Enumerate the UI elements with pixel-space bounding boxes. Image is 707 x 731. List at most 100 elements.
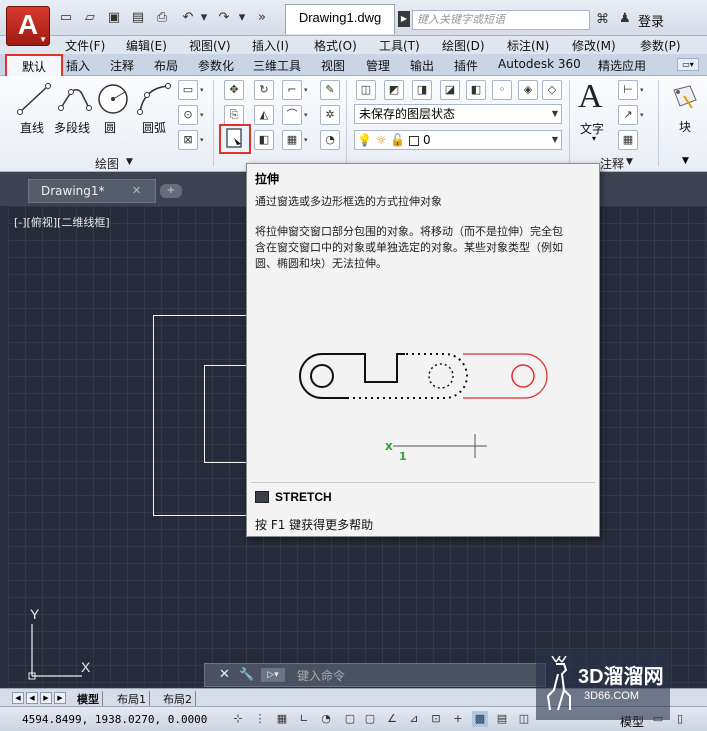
- menu-edit[interactable]: 编辑(E): [126, 37, 167, 54]
- tab-annotate[interactable]: 注释: [110, 57, 134, 74]
- explode-tool-icon[interactable]: ✲: [320, 105, 340, 125]
- line-tool-label[interactable]: 直线: [20, 119, 44, 136]
- tab-output[interactable]: 输出: [410, 57, 434, 74]
- fillet-dropdown-icon[interactable]: ▾: [304, 105, 312, 125]
- erase-tool-icon[interactable]: ✎: [320, 80, 340, 100]
- layer-isolate-icon[interactable]: ◨: [412, 80, 432, 100]
- search-input[interactable]: 键入关键字或短语: [412, 10, 590, 30]
- tab-3d-tools[interactable]: 三维工具: [253, 57, 301, 74]
- arc-tool-label[interactable]: 圆弧: [142, 119, 166, 136]
- block-insert-icon[interactable]: [668, 82, 700, 114]
- layout-tab-layout2[interactable]: 布局2: [160, 691, 196, 707]
- layer-freeze-icon[interactable]: ◪: [440, 80, 460, 100]
- annotation-panel-dropdown-icon[interactable]: ▼: [626, 157, 633, 167]
- tab-insert[interactable]: 插入: [66, 57, 90, 74]
- block-dropdown-icon[interactable]: ▼: [682, 156, 689, 166]
- polyline-tool-icon[interactable]: [57, 82, 93, 116]
- table-tool-icon[interactable]: ▦: [618, 130, 638, 150]
- block-label[interactable]: 块: [679, 118, 691, 135]
- dynamic-ucs-icon[interactable]: ⊿: [406, 711, 422, 727]
- layer-state-dropdown[interactable]: 未保存的图层状态 ▼: [354, 104, 562, 124]
- region-dropdown-icon[interactable]: ▾: [200, 130, 208, 150]
- dynamic-input-icon[interactable]: ⊡: [428, 711, 444, 727]
- layer-off-icon[interactable]: ◧: [466, 80, 486, 100]
- first-layout-icon[interactable]: ◀: [12, 692, 24, 704]
- application-menu-button[interactable]: A ▼: [6, 6, 50, 46]
- array-tool-icon[interactable]: ▦: [282, 130, 302, 150]
- undo-dropdown-icon[interactable]: ▾: [196, 10, 212, 26]
- arc-tool-icon[interactable]: [136, 82, 172, 116]
- menu-parametric[interactable]: 参数(P): [640, 37, 681, 54]
- layer-walk-icon[interactable]: ◈: [518, 80, 538, 100]
- more-commands-icon[interactable]: »: [254, 10, 270, 26]
- ortho-mode-icon[interactable]: ∟: [296, 711, 312, 727]
- layer-properties-icon[interactable]: ◫: [356, 80, 376, 100]
- binoculars-icon[interactable]: ⌘: [596, 12, 609, 27]
- grid-display-icon[interactable]: ▦: [274, 711, 290, 727]
- coordinates-readout[interactable]: 4594.8499, 1938.0270, 0.0000: [22, 713, 207, 726]
- menu-tools[interactable]: 工具(T): [379, 37, 420, 54]
- line-tool-icon[interactable]: [16, 82, 52, 116]
- new-tab-button[interactable]: +: [160, 184, 182, 198]
- open-folder-icon[interactable]: ▱: [82, 10, 98, 26]
- tab-manage[interactable]: 管理: [366, 57, 390, 74]
- annotation-panel-title[interactable]: 注释: [600, 155, 624, 172]
- trim-dropdown-icon[interactable]: ▾: [304, 80, 312, 100]
- menu-insert[interactable]: 插入(I): [252, 37, 289, 54]
- layer-lock-icon[interactable]: ◇: [542, 80, 562, 100]
- save-icon[interactable]: ▣: [106, 10, 122, 26]
- circle-tool-label[interactable]: 圆: [104, 119, 116, 136]
- hatch-dropdown-icon[interactable]: ▾: [200, 105, 208, 125]
- prev-layout-icon[interactable]: ◀: [26, 692, 38, 704]
- transparency-icon[interactable]: ▩: [472, 711, 488, 727]
- menu-format[interactable]: 格式(O): [314, 37, 357, 54]
- command-history-icon[interactable]: ▷▾: [261, 668, 285, 682]
- tab-plugins[interactable]: 插件: [454, 57, 478, 74]
- redo-icon[interactable]: ↷: [216, 10, 232, 26]
- undo-icon[interactable]: ↶: [180, 10, 196, 26]
- text-dropdown-icon[interactable]: ▾: [592, 134, 596, 143]
- rectangle-tool-icon[interactable]: ▭: [178, 80, 198, 100]
- close-icon[interactable]: ✕: [132, 184, 141, 197]
- layer-state-icon[interactable]: ◩: [384, 80, 404, 100]
- tab-featured-apps[interactable]: 精选应用: [598, 57, 646, 74]
- save-as-icon[interactable]: ▤: [130, 10, 146, 26]
- scale-tool-icon[interactable]: ◧: [254, 130, 274, 150]
- layer-match-icon[interactable]: ◦: [492, 80, 512, 100]
- hatch-tool-icon[interactable]: ⊙: [178, 105, 198, 125]
- print-icon[interactable]: ⎙: [154, 10, 170, 26]
- text-tool-icon[interactable]: A: [578, 78, 603, 116]
- offset-tool-icon[interactable]: ◔: [320, 130, 340, 150]
- menu-draw[interactable]: 绘图(D): [442, 37, 485, 54]
- move-tool-icon[interactable]: ✥: [224, 80, 244, 100]
- polyline-tool-label[interactable]: 多段线: [54, 119, 90, 136]
- circle-tool-icon[interactable]: [95, 82, 131, 116]
- redo-dropdown-icon[interactable]: ▾: [234, 10, 250, 26]
- wrench-icon[interactable]: 🔧: [239, 667, 254, 681]
- tab-layout[interactable]: 布局: [154, 57, 178, 74]
- user-icon[interactable]: ♟: [619, 11, 631, 26]
- quick-view-drawings-icon[interactable]: ▯: [672, 711, 688, 727]
- 3d-object-snap-icon[interactable]: ▢: [362, 711, 378, 727]
- next-layout-icon[interactable]: ▶: [40, 692, 52, 704]
- last-layout-icon[interactable]: ▶: [54, 692, 66, 704]
- command-input[interactable]: 键入命令: [297, 667, 345, 684]
- region-tool-icon[interactable]: ⊠: [178, 130, 198, 150]
- current-layer-dropdown[interactable]: 💡 ☼ 🔓 0 ▼: [354, 130, 562, 150]
- tab-view[interactable]: 视图: [321, 57, 345, 74]
- menu-view[interactable]: 视图(V): [189, 37, 231, 54]
- dimension-dropdown-icon[interactable]: ▾: [640, 80, 648, 100]
- leader-tool-icon[interactable]: ↗: [618, 105, 638, 125]
- infer-constraints-icon[interactable]: ⊹: [230, 711, 246, 727]
- lineweight-icon[interactable]: +: [450, 711, 466, 727]
- quick-properties-icon[interactable]: ▤: [494, 711, 510, 727]
- dimension-tool-icon[interactable]: ⊢: [618, 80, 638, 100]
- snap-mode-icon[interactable]: ⋮: [252, 711, 268, 727]
- login-link[interactable]: 登录: [638, 11, 664, 30]
- close-icon[interactable]: ✕: [219, 667, 230, 682]
- play-arrow-icon[interactable]: ▶: [398, 11, 410, 27]
- menu-file[interactable]: 文件(F): [65, 37, 105, 54]
- layout-tab-layout1[interactable]: 布局1: [114, 691, 150, 707]
- selection-cycling-icon[interactable]: ◫: [516, 711, 532, 727]
- trim-tool-icon[interactable]: ⌐: [282, 80, 302, 100]
